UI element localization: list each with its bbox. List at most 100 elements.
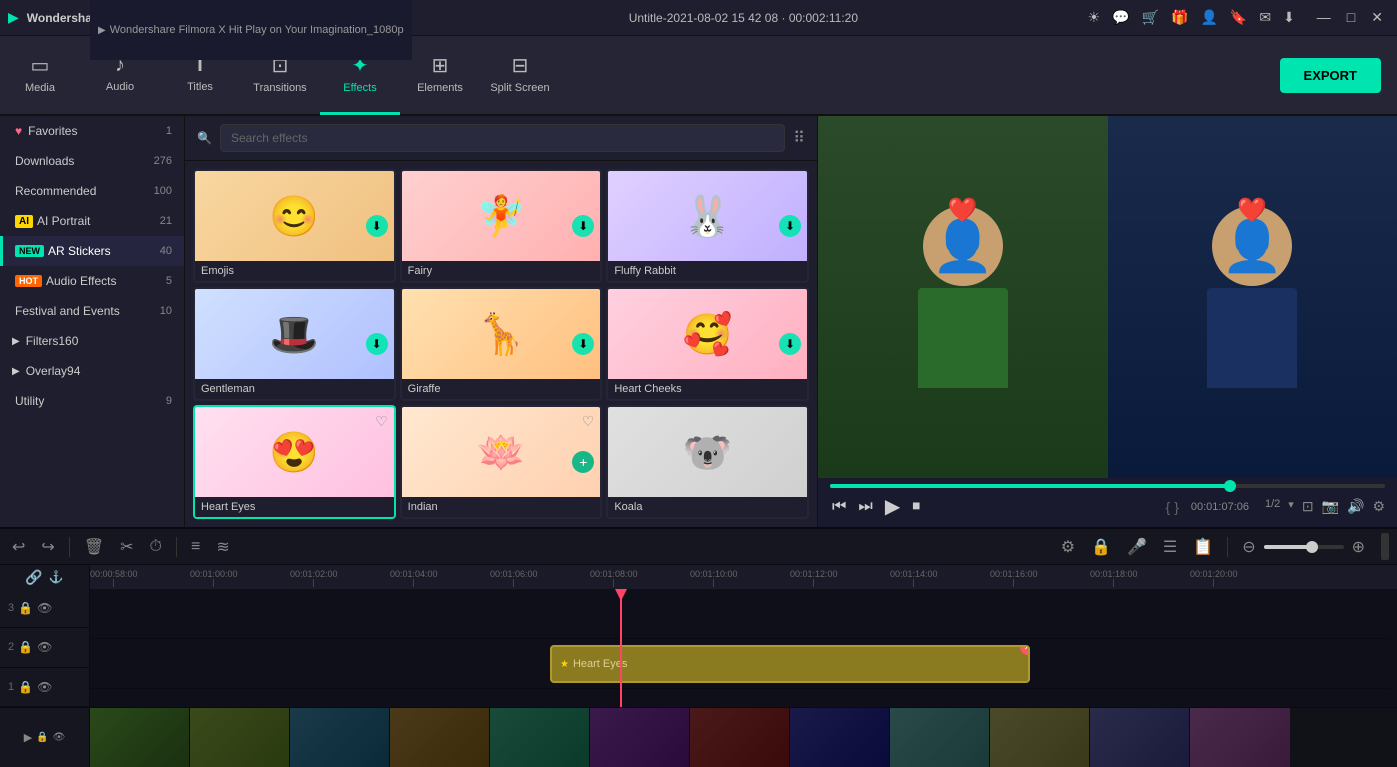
download-heart-cheeks-button[interactable]: ⬇ [779,333,801,355]
play-button[interactable]: ▶ [883,492,902,521]
ruler-mark-6: 00:01:10:00 [690,569,738,587]
sidebar-item-festival-events[interactable]: Festival and Events 10 [0,296,184,326]
video-strip: ▶ Wondershare Filmora X Hit Play on Your… [90,708,1397,767]
progress-bar[interactable] [830,484,1385,488]
maximize-button[interactable]: □ [1341,7,1361,28]
sidebar-item-ar-stickers[interactable]: NEW AR Stickers 40 [0,236,184,266]
chat-icon[interactable]: 💬 [1112,9,1129,26]
close-button[interactable]: ✕ [1365,7,1389,28]
download-fairy-button[interactable]: ⬇ [572,215,594,237]
lock-all-button[interactable]: 🔒 [1087,535,1115,559]
toolbar-split-screen[interactable]: ⊟ Split Screen [480,35,560,115]
indian-favorite-icon[interactable]: ♡ [582,413,595,430]
sidebar-item-favorites[interactable]: ♥ Favorites 1 [0,116,184,146]
sidebar-item-recommended[interactable]: Recommended 100 [0,176,184,206]
sidebar-item-audio-effects[interactable]: HOT Audio Effects 5 [0,266,184,296]
person-left-body [918,288,1008,388]
composite-button[interactable]: 📋 [1189,535,1217,559]
effect-card-fairy[interactable]: 🧚 ⬇ Fairy [400,169,603,283]
volume-button[interactable]: 🔊 [1347,498,1364,515]
mic-button[interactable]: 🎤 [1123,535,1151,559]
sidebar-item-filters[interactable]: ▶ Filters 160 [0,326,184,356]
grid-view-icon[interactable]: ⠿ [793,128,805,148]
effect-card-koala[interactable]: 🐨 Koala [606,405,809,519]
add-indian-button[interactable]: + [572,451,594,473]
snapshot-button[interactable]: 📷 [1322,498,1339,515]
minimize-button[interactable]: — [1311,7,1337,28]
elements-icon: ⊞ [432,53,449,78]
cut-button[interactable]: ✂ [116,535,137,559]
heart-eyes-clip[interactable]: ★ Heart Eyes ✕ [550,645,1030,683]
effect-card-giraffe[interactable]: 🦒 ⬇ Giraffe [400,287,603,401]
sidebar-item-ai-portrait[interactable]: AI AI Portrait 21 [0,206,184,236]
zoom-out-button[interactable]: ⊖ [1238,535,1259,559]
bookmark-icon[interactable]: 🔖 [1230,9,1247,26]
track-3-lock-icon[interactable]: 🔒 [18,601,33,615]
track-1-lock-icon[interactable]: 🔒 [18,680,33,694]
anchor-icon[interactable]: ⚓ [49,570,64,584]
effect-card-fluffy-rabbit[interactable]: 🐰 ⬇ Fluffy Rabbit [606,169,809,283]
sidebar-item-utility[interactable]: Utility 9 [0,386,184,416]
toolbar-elements[interactable]: ⊞ Elements [400,35,480,115]
effect-card-gentleman[interactable]: 🎩 ⬇ Gentleman [193,287,396,401]
timeline-resize-handle[interactable] [1381,533,1389,560]
effect-card-indian[interactable]: 🪷 ♡ + Indian [400,405,603,519]
sun-icon[interactable]: ☀ [1088,9,1101,26]
video-thumb-1 [90,708,190,767]
track-2-lock-icon[interactable]: 🔒 [18,640,33,654]
redo-button[interactable]: ↪ [37,535,58,559]
undo-button[interactable]: ↩ [8,535,29,559]
gift-icon[interactable]: 🎁 [1171,9,1188,26]
person-right-body [1207,288,1297,388]
effect-thumb-heart-eyes: 😍 ♡ [195,407,394,497]
timeline-settings-button[interactable]: ⚙ [1057,535,1079,559]
audio-mixer-button[interactable]: ≡ [187,536,204,558]
split-screen-icon: ⊟ [512,53,529,78]
download-icon[interactable]: ⬇ [1283,9,1295,26]
effect-thumb-indian: 🪷 ♡ + [402,407,601,497]
stop-button[interactable]: ⏹ [910,496,922,518]
time-display: { } 00:01:07:06 [1166,499,1250,515]
extra-controls: 1/2 ▾ ⊡ 📷 🔊 ⚙ [1265,498,1385,515]
transition-all-button[interactable]: ☰ [1159,535,1181,559]
user-icon[interactable]: 👤 [1200,9,1217,26]
progress-thumb [1224,480,1236,492]
cart-icon[interactable]: 🛒 [1142,9,1159,26]
track-2-eye-icon[interactable]: 👁 [37,640,52,654]
export-button[interactable]: EXPORT [1280,58,1381,93]
effect-card-heart-cheeks[interactable]: 🥰 ⬇ Heart Cheeks [606,287,809,401]
timeline-ruler: 00:00:58:0000:01:00:0000:01:02:0000:01:0… [90,565,1397,589]
sidebar-item-downloads[interactable]: Downloads 276 [0,146,184,176]
beat-detect-button[interactable]: ≋ [212,535,233,559]
step-back-button[interactable]: ⏮ [830,496,848,518]
download-gentleman-button[interactable]: ⬇ [366,333,388,355]
sidebar: ♥ Favorites 1 Downloads 276 Recommended … [0,116,185,527]
mail-icon[interactable]: ✉ [1259,9,1271,26]
frame-back-button[interactable]: ⏭ [856,496,874,518]
delete-button[interactable]: 🗑 [80,535,108,559]
tracks-area: ★ Heart Eyes ✕ [90,589,1397,707]
link-icon[interactable]: 🔗 [25,569,42,586]
toolbar-media[interactable]: ▭ Media [0,35,80,115]
video-label-text: ▶ [24,731,32,744]
fullscreen-button[interactable]: ⊡ [1302,498,1314,515]
settings-button[interactable]: ⚙ [1372,498,1385,515]
remove-clip-button[interactable]: ✕ [1020,645,1030,655]
effect-card-heart-eyes[interactable]: 😍 ♡ Heart Eyes [193,405,396,519]
person-right-figure: 👤 ❤️ [1207,206,1297,388]
zoom-slider[interactable] [1264,545,1344,549]
download-emojis-button[interactable]: ⬇ [366,215,388,237]
video-thumbnails [90,708,1290,767]
download-giraffe-button[interactable]: ⬇ [572,333,594,355]
search-input[interactable] [220,124,785,152]
video-thumb-11 [1090,708,1190,767]
effect-card-emojis[interactable]: 😊 ⬇ Emojis [193,169,396,283]
crop-button[interactable]: ⏱ [146,536,166,558]
track-1-eye-icon[interactable]: 👁 [37,680,52,694]
heart-eyes-favorite-icon[interactable]: ♡ [375,413,388,430]
download-fluffy-button[interactable]: ⬇ [779,215,801,237]
track-3-eye-icon[interactable]: 👁 [37,601,52,615]
ruler-mark-0: 00:00:58:00 [90,569,138,587]
zoom-in-button[interactable]: ⊕ [1348,535,1369,559]
sidebar-item-overlay[interactable]: ▶ Overlay 94 [0,356,184,386]
